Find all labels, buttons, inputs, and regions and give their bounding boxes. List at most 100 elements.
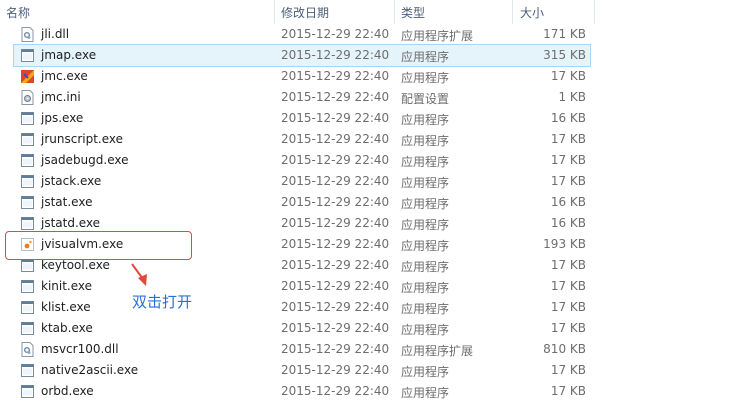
file-row[interactable]: orbd.exe 2015-12-29 22:40 应用程序 17 KB — [14, 381, 590, 402]
dll-icon — [21, 342, 34, 357]
file-name: kinit.exe — [41, 279, 93, 293]
file-row[interactable]: kinit.exe 2015-12-29 22:40 应用程序 17 KB — [14, 276, 590, 297]
file-name: native2ascii.exe — [41, 363, 139, 377]
file-type: 应用程序 — [401, 365, 450, 379]
file-size: 1 KB — [558, 90, 586, 104]
file-row[interactable]: jmc.ini 2015-12-29 22:40 配置设置 1 KB — [14, 87, 590, 108]
file-name: msvcr100.dll — [41, 342, 119, 356]
exe-icon — [21, 48, 34, 63]
column-divider[interactable] — [594, 0, 595, 24]
exe-icon — [21, 216, 34, 231]
file-row[interactable]: klist.exe 2015-12-29 22:40 应用程序 17 KB — [14, 297, 590, 318]
file-size: 810 KB — [543, 342, 586, 356]
column-divider[interactable] — [394, 0, 395, 24]
file-row[interactable]: native2ascii.exe 2015-12-29 22:40 应用程序 17 K… — [14, 360, 590, 381]
file-type: 应用程序 — [401, 302, 450, 316]
file-type: 应用程序 — [401, 281, 450, 295]
file-type: 应用程序 — [401, 71, 450, 85]
file-size: 17 KB — [550, 174, 586, 188]
file-name: jstatd.exe — [41, 216, 101, 230]
file-type: 应用程序 — [401, 239, 450, 253]
annotation-text: 双击打开 — [132, 293, 193, 311]
exe-icon — [21, 321, 34, 336]
file-date: 2015-12-29 22:40 — [281, 258, 390, 272]
file-type: 应用程序 — [401, 323, 450, 337]
file-name: jmc.exe — [41, 69, 88, 83]
file-date: 2015-12-29 22:40 — [281, 237, 390, 251]
file-name: jmap.exe — [41, 48, 97, 62]
column-divider[interactable] — [512, 0, 513, 24]
file-row[interactable]: msvcr100.dll 2015-12-29 22:40 应用程序扩展 810 KB — [14, 339, 590, 360]
file-size: 17 KB — [550, 321, 586, 335]
exe-icon — [21, 132, 34, 147]
column-header-name[interactable]: 名称 — [6, 4, 30, 22]
file-row[interactable]: jrunscript.exe 2015-12-29 22:40 应用程序 17 KB — [14, 129, 590, 150]
file-type: 应用程序 — [401, 386, 450, 400]
file-type: 应用程序 — [401, 155, 450, 169]
file-type: 应用程序扩展 — [401, 29, 474, 43]
column-header-type[interactable]: 类型 — [401, 4, 425, 22]
file-type: 应用程序 — [401, 113, 450, 127]
sort-arrow-icon: ^ — [139, 0, 148, 7]
file-size: 17 KB — [550, 132, 586, 146]
file-date: 2015-12-29 22:40 — [281, 48, 390, 62]
file-date: 2015-12-29 22:40 — [281, 27, 390, 41]
file-date: 2015-12-29 22:40 — [281, 279, 390, 293]
annotation-arrow-icon — [131, 263, 147, 286]
exe-icon — [21, 363, 34, 378]
file-date: 2015-12-29 22:40 — [281, 132, 390, 146]
file-type: 应用程序 — [401, 218, 450, 232]
file-date: 2015-12-29 22:40 — [281, 195, 390, 209]
file-name: keytool.exe — [41, 258, 110, 272]
exe-icon — [21, 174, 34, 189]
file-size: 16 KB — [550, 195, 586, 209]
column-header-size[interactable]: 大小 — [520, 4, 544, 22]
file-type: 应用程序 — [401, 260, 450, 274]
file-size: 16 KB — [550, 216, 586, 230]
file-name: jmc.ini — [41, 90, 81, 104]
file-size: 17 KB — [550, 153, 586, 167]
file-date: 2015-12-29 22:40 — [281, 300, 390, 314]
file-date: 2015-12-29 22:40 — [281, 216, 390, 230]
exe-icon — [21, 384, 34, 399]
file-size: 193 KB — [543, 237, 586, 251]
jmc-app-icon — [21, 69, 34, 84]
file-row[interactable]: jstack.exe 2015-12-29 22:40 应用程序 17 KB — [14, 171, 590, 192]
file-row[interactable]: jli.dll 2015-12-29 22:40 应用程序扩展 171 KB — [14, 24, 590, 45]
file-type: 配置设置 — [401, 92, 450, 106]
exe-icon — [21, 258, 34, 273]
ini-icon — [21, 90, 34, 105]
file-name: jrunscript.exe — [41, 132, 124, 146]
file-size: 17 KB — [550, 384, 586, 398]
column-divider[interactable] — [274, 0, 275, 24]
file-name: jstat.exe — [41, 195, 93, 209]
file-size: 171 KB — [543, 27, 586, 41]
file-row[interactable]: jps.exe 2015-12-29 22:40 应用程序 16 KB — [14, 108, 590, 129]
exe-icon — [21, 153, 34, 168]
file-date: 2015-12-29 22:40 — [281, 342, 390, 356]
file-size: 17 KB — [550, 363, 586, 377]
file-size: 17 KB — [550, 279, 586, 293]
file-row[interactable]: jstat.exe 2015-12-29 22:40 应用程序 16 KB — [14, 192, 590, 213]
file-type: 应用程序扩展 — [401, 344, 474, 358]
file-size: 17 KB — [550, 258, 586, 272]
file-date: 2015-12-29 22:40 — [281, 321, 390, 335]
dll-icon — [21, 27, 34, 42]
file-type: 应用程序 — [401, 176, 450, 190]
file-row[interactable]: jmc.exe 2015-12-29 22:40 应用程序 17 KB — [14, 66, 590, 87]
file-name: jsadebugd.exe — [41, 153, 129, 167]
file-name: orbd.exe — [41, 384, 94, 398]
file-row[interactable]: jsadebugd.exe 2015-12-29 22:40 应用程序 17 KB — [14, 150, 590, 171]
file-type: 应用程序 — [401, 134, 450, 148]
file-size: 17 KB — [550, 300, 586, 314]
file-type: 应用程序 — [401, 197, 450, 211]
column-header-date[interactable]: 修改日期 — [281, 4, 329, 22]
file-row[interactable]: ktab.exe 2015-12-29 22:40 应用程序 17 KB — [14, 318, 590, 339]
column-header: ^ 名称 修改日期 类型 大小 — [0, 0, 747, 24]
file-row[interactable]: jmap.exe 2015-12-29 22:40 应用程序 315 KB — [13, 44, 591, 67]
file-date: 2015-12-29 22:40 — [281, 174, 390, 188]
file-date: 2015-12-29 22:40 — [281, 69, 390, 83]
exe-icon — [21, 300, 34, 315]
file-size: 315 KB — [543, 48, 586, 62]
file-size: 17 KB — [550, 69, 586, 83]
